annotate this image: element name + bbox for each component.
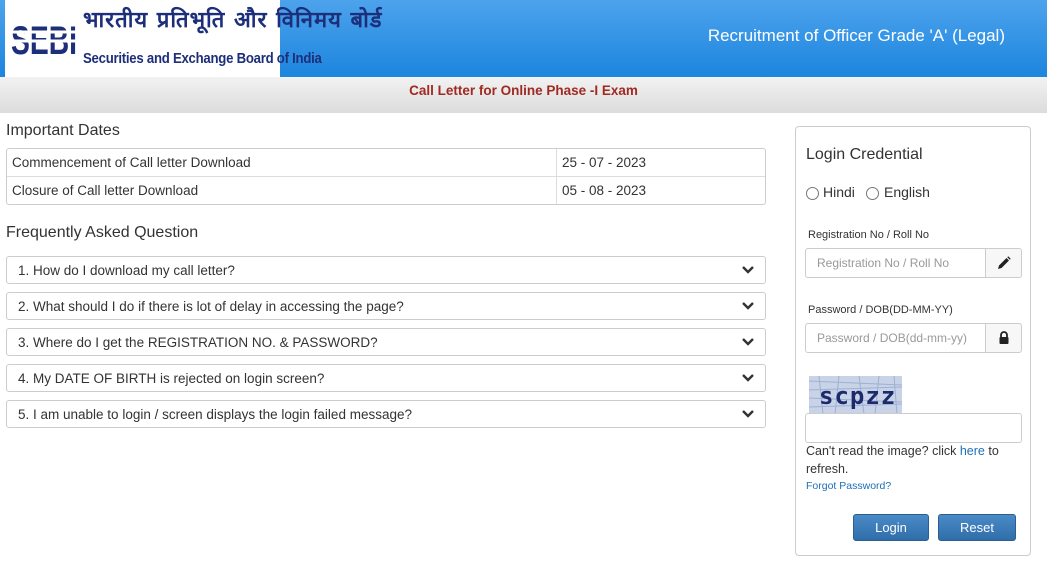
page-title: Recruitment of Officer Grade 'A' (Legal) <box>707 26 1005 45</box>
date-label: Commencement of Call letter Download <box>7 149 556 177</box>
faq-question: 4. My DATE OF BIRTH is rejected on login… <box>18 371 325 386</box>
faq-item-4[interactable]: 4. My DATE OF BIRTH is rejected on login… <box>6 364 766 392</box>
date-value: 25 - 07 - 2023 <box>556 149 765 177</box>
faq-item-5[interactable]: 5. I am unable to login / screen display… <box>6 400 766 428</box>
call-letter-banner: Call Letter for Online Phase -I Exam <box>0 77 1047 113</box>
faq-item-3[interactable]: 3. Where do I get the REGISTRATION NO. &… <box>6 328 766 356</box>
pencil-icon <box>998 256 1011 269</box>
important-dates-heading: Important Dates <box>6 122 120 139</box>
captcha-image: scpzz <box>809 376 902 414</box>
english-radio[interactable] <box>866 187 879 200</box>
sebi-logo-mark: SEBI <box>9 14 79 64</box>
hindi-radio-label: Hindi <box>823 184 855 200</box>
faq-item-1[interactable]: 1. How do I download my call letter? <box>6 256 766 284</box>
page-header: SEBI भारतीय प्रतिभूति और विनिमय बोर्ड Se… <box>0 0 1047 77</box>
reset-button[interactable]: Reset <box>938 514 1016 541</box>
forgot-password-link[interactable]: Forgot Password? <box>806 480 891 492</box>
password-input[interactable] <box>805 323 986 353</box>
table-row: Closure of Call letter Download 05 - 08 … <box>7 177 765 204</box>
logo-hindi-text: भारतीय प्रतिभूति और विनिमय बोर्ड <box>83 8 383 33</box>
table-row: Commencement of Call letter Download 25 … <box>7 149 765 177</box>
chevron-down-icon <box>742 338 754 346</box>
sebi-logo: SEBI भारतीय प्रतिभूति और विनिमय बोर्ड Se… <box>5 0 382 77</box>
password-addon <box>985 323 1022 353</box>
login-button[interactable]: Login <box>853 514 929 541</box>
registration-addon <box>985 248 1022 278</box>
faq-question: 5. I am unable to login / screen display… <box>18 407 412 422</box>
faq-question: 2. What should I do if there is lot of d… <box>18 299 404 314</box>
registration-label: Registration No / Roll No <box>808 229 930 241</box>
chevron-down-icon <box>742 410 754 418</box>
chevron-down-icon <box>742 266 754 274</box>
date-value: 05 - 08 - 2023 <box>556 177 765 204</box>
captcha-help-text: Can't read the image? click here to refr… <box>806 442 1021 478</box>
faq-item-2[interactable]: 2. What should I do if there is lot of d… <box>6 292 766 320</box>
date-label: Closure of Call letter Download <box>12 183 199 198</box>
captcha-text: scpzz <box>819 382 896 410</box>
login-panel: Login Credential Hindi English Registrat… <box>795 126 1031 556</box>
captcha-input[interactable] <box>805 413 1022 443</box>
faq-question: 1. How do I download my call letter? <box>18 263 235 278</box>
registration-input[interactable] <box>805 248 986 278</box>
chevron-down-icon <box>742 302 754 310</box>
hindi-radio[interactable] <box>806 187 819 200</box>
captcha-refresh-link[interactable]: here <box>960 444 985 458</box>
login-title: Login Credential <box>806 146 923 163</box>
english-radio-label: English <box>884 184 930 200</box>
logo-english-text: Securities and Exchange Board of India <box>83 50 322 67</box>
captcha-help-prefix: Can't read the image? click <box>806 444 960 458</box>
lock-icon <box>999 331 1009 344</box>
faq-heading: Frequently Asked Question <box>6 224 199 241</box>
chevron-down-icon <box>742 374 754 382</box>
password-label: Password / DOB(DD-MM-YY) <box>808 304 953 316</box>
important-dates-table: Commencement of Call letter Download 25 … <box>6 148 766 205</box>
faq-question: 3. Where do I get the REGISTRATION NO. &… <box>18 335 378 350</box>
